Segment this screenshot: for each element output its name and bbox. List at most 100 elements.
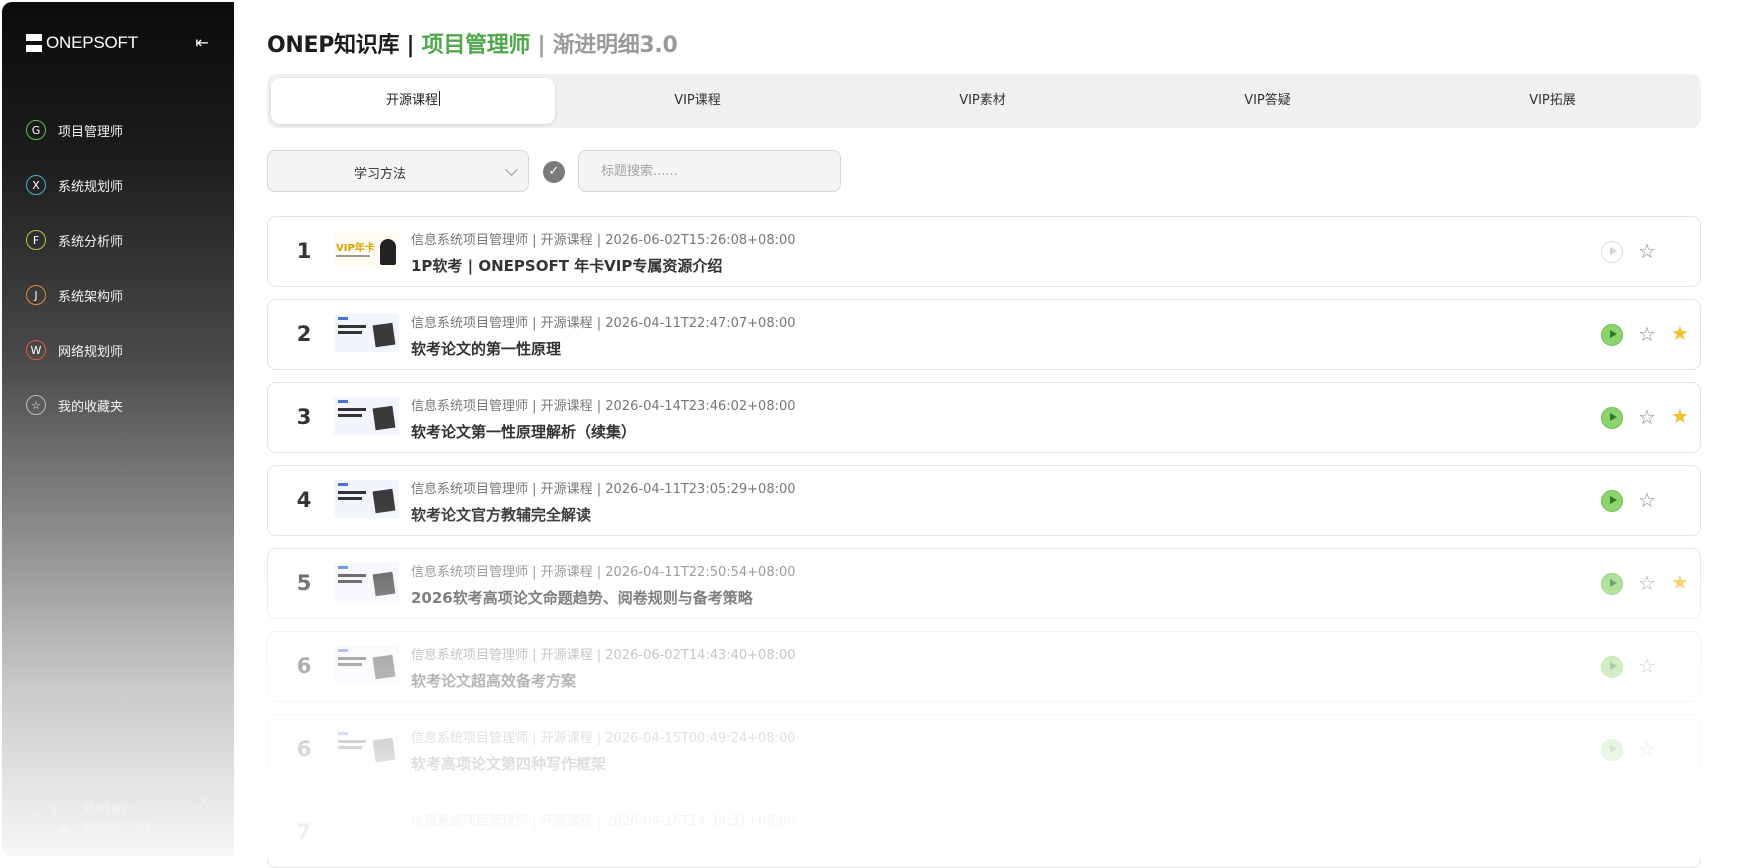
item-meta: 信息系统项目管理师 | 开源课程 | 2026-04-16T14:39:31+0… (411, 814, 796, 829)
divider (54, 803, 55, 817)
list-item[interactable]: 2 信息系统项目管理师 | 开源课程 | 2026-04-11T22:47:07… (267, 299, 1701, 370)
list-item[interactable]: 1 VIP年卡 信息系统项目管理师 | 开源课程 | 2026-06-02T15… (267, 216, 1701, 287)
sidebar-item-label: 系统架构师 (58, 289, 124, 305)
item-index: 4 (296, 488, 312, 512)
sidebar-item-network-planner[interactable]: W 网络规划师 (26, 338, 123, 362)
letter-w-icon: W (26, 340, 46, 360)
play-icon[interactable] (1601, 573, 1623, 595)
item-index: 6 (296, 737, 312, 761)
sidebar: ONEPSOFT ⇤ G 项目管理师 X 系统规划师 F 系统分析师 J 系统架… (2, 2, 234, 856)
list-item[interactable]: 6 信息系统项目管理师 | 开源课程 | 2026-06-02T14:43:40… (267, 631, 1701, 702)
starred-icon[interactable]: ★ (1668, 321, 1692, 345)
user-name: Peter (83, 799, 129, 817)
item-meta: 信息系统项目管理师 | 开源课程 | 2026-04-15T00:49:24+0… (411, 731, 796, 746)
thumbnail-text: VIP年卡 (336, 243, 375, 254)
item-thumbnail (334, 397, 399, 435)
tab-vip-courses[interactable]: VIP课程 (555, 78, 840, 124)
play-icon[interactable] (1601, 241, 1623, 263)
favorite-star-icon[interactable]: ☆ (1635, 322, 1659, 346)
text-caret (439, 91, 440, 106)
favorite-star-icon[interactable]: ☆ (1635, 737, 1659, 761)
play-icon[interactable] (1601, 324, 1623, 346)
item-title: 软考论文的第一性原理 (411, 340, 562, 358)
sidebar-item-system-planner[interactable]: X 系统规划师 (26, 173, 123, 197)
item-index: 1 (296, 239, 312, 263)
sidebar-item-label: 项目管理师 (58, 124, 124, 140)
play-icon[interactable] (1601, 407, 1623, 429)
page-title-site: ONEP知识库 | (267, 33, 422, 58)
tab-vip-materials[interactable]: VIP素材 (840, 78, 1125, 124)
item-title: 2026软考高项论文命题趋势、阅卷规则与备考策略 (411, 589, 753, 607)
user-status-icon (60, 825, 68, 833)
favorite-star-icon[interactable]: ☆ (1635, 405, 1659, 429)
external-link-icon[interactable]: ↗ (196, 795, 208, 811)
sidebar-item-label: 系统规划师 (58, 179, 124, 195)
starred-icon[interactable]: ★ (1668, 404, 1692, 428)
item-meta: 信息系统项目管理师 | 开源课程 | 2026-04-14T23:46:02+0… (411, 399, 796, 414)
item-title: 1P软考 | ONEPSOFT 年卡VIP专属资源介绍 (411, 257, 723, 275)
sidebar-item-label: 系统分析师 (58, 234, 124, 250)
item-index: 3 (296, 405, 312, 429)
list-item[interactable]: 7 信息系统项目管理师 | 开源课程 | 2026-04-16T14:39:31… (267, 797, 1701, 868)
favorite-star-icon[interactable]: ☆ (1635, 571, 1659, 595)
item-meta: 信息系统项目管理师 | 开源课程 | 2026-04-11T22:47:07+0… (411, 316, 796, 331)
play-icon[interactable] (1601, 490, 1623, 512)
play-icon[interactable] (1601, 739, 1623, 761)
item-thumbnail: VIP年卡 (334, 231, 399, 269)
tab-vip-extension[interactable]: VIP拓展 (1410, 78, 1695, 124)
sidebar-item-system-architect[interactable]: J 系统架构师 (26, 283, 123, 307)
favorite-star-icon[interactable]: ☆ (1635, 488, 1659, 512)
chevron-down-icon (505, 163, 518, 176)
item-thumbnail (334, 314, 399, 352)
item-title: 软考高项论文第四种写作框架 (411, 755, 607, 773)
collapse-sidebar-icon[interactable]: ⇤ (192, 33, 212, 53)
item-index: 2 (296, 322, 312, 346)
user-profile[interactable]: ✓ Peter 888887701 ↗ (26, 795, 216, 845)
starred-icon[interactable]: ★ (1668, 570, 1692, 594)
item-index: 5 (296, 571, 312, 595)
logo-mark-icon (26, 34, 42, 52)
letter-g-icon: G (26, 120, 46, 140)
favorite-star-icon[interactable]: ☆ (1635, 239, 1659, 263)
user-phone: 888887701 (83, 821, 152, 835)
confirm-filter-button[interactable]: ✓ (543, 161, 565, 183)
letter-f-icon: F (26, 230, 46, 250)
list-item[interactable]: 5 信息系统项目管理师 | 开源课程 | 2026-04-11T22:50:54… (267, 548, 1701, 619)
page-title-track: 项目管理师 (421, 33, 531, 58)
item-index: 7 (296, 820, 312, 844)
item-meta: 信息系统项目管理师 | 开源课程 | 2026-04-11T23:05:29+0… (411, 482, 796, 497)
item-title: 软考论文第一性原理解析（续集） (411, 423, 637, 441)
item-thumbnail (334, 480, 399, 518)
tab-bar: 开源课程 VIP课程 VIP素材 VIP答疑 VIP拓展 (267, 74, 1701, 128)
sidebar-nav: G 项目管理师 X 系统规划师 F 系统分析师 J 系统架构师 W 网络规划师 … (26, 118, 123, 448)
tab-vip-qa[interactable]: VIP答疑 (1125, 78, 1410, 124)
tab-label: 开源课程 (385, 93, 438, 108)
logo-text: ONEPSOFT (46, 33, 138, 52)
item-title: 软考论文超高效备考方案 (411, 672, 577, 690)
sidebar-item-favorites[interactable]: ☆ 我的收藏夹 (26, 393, 123, 417)
item-thumbnail (334, 646, 399, 684)
item-thumbnail (334, 729, 399, 767)
star-icon: ☆ (26, 395, 46, 415)
tab-open-courses[interactable]: 开源课程 (271, 78, 555, 124)
sidebar-item-system-analyst[interactable]: F 系统分析师 (26, 228, 123, 252)
letter-x-icon: X (26, 175, 46, 195)
page-title-version: | 渐进明细3.0 (530, 33, 678, 58)
favorite-star-icon[interactable]: ☆ (1635, 654, 1659, 678)
page-title: ONEP知识库 | 项目管理师 | 渐进明细3.0 (267, 27, 678, 59)
category-select-value: 学习方法 (353, 167, 406, 182)
letter-j-icon: J (26, 285, 46, 305)
play-icon[interactable] (1601, 656, 1623, 678)
list-item[interactable]: 6 信息系统项目管理师 | 开源课程 | 2026-04-15T00:49:24… (267, 714, 1701, 785)
item-index: 6 (296, 654, 312, 678)
item-meta: 信息系统项目管理师 | 开源课程 | 2026-04-11T22:50:54+0… (411, 565, 796, 580)
item-meta: 信息系统项目管理师 | 开源课程 | 2026-06-02T15:26:08+0… (411, 233, 796, 248)
list-item[interactable]: 4 信息系统项目管理师 | 开源课程 | 2026-04-11T23:05:29… (267, 465, 1701, 536)
sidebar-item-project-manager[interactable]: G 项目管理师 (26, 118, 123, 142)
logo[interactable]: ONEPSOFT (26, 32, 138, 54)
title-search-input[interactable] (578, 150, 841, 192)
category-select[interactable]: 学习方法 (267, 150, 529, 192)
list-item[interactable]: 3 信息系统项目管理师 | 开源课程 | 2026-04-14T23:46:02… (267, 382, 1701, 453)
check-icon: ✓ (34, 805, 45, 820)
sidebar-item-label: 我的收藏夹 (58, 399, 124, 415)
